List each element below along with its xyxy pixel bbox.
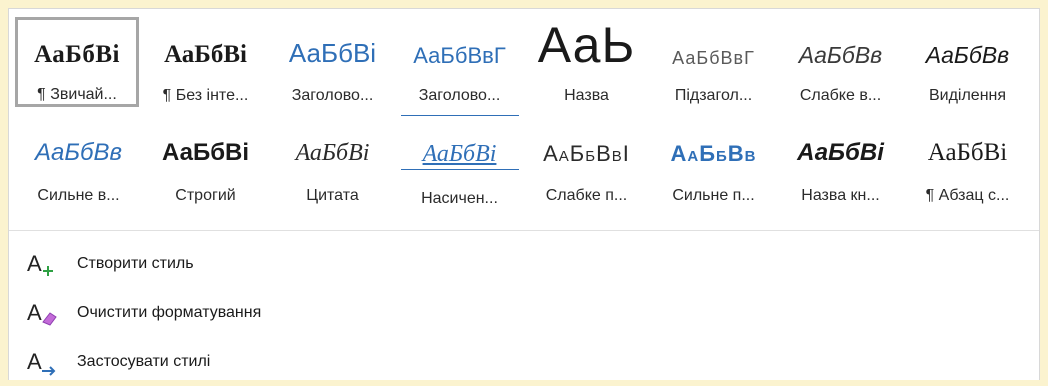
style-label: Заголово... — [291, 87, 374, 104]
svg-text:A: A — [27, 349, 42, 374]
create-style-button[interactable]: A Створити стиль — [25, 239, 261, 288]
style-quote[interactable]: АаБбВі Цитата — [269, 115, 396, 217]
style-sample: АаБбВвГ — [413, 43, 506, 68]
style-sample: АаБбВі — [295, 140, 370, 166]
style-sample: АаЬ — [537, 17, 636, 69]
apply-styles-button[interactable]: A Застосувати стилі — [25, 337, 261, 386]
style-sample: АаБбВвІ — [543, 141, 630, 166]
style-label: ¶ Без інте... — [162, 87, 249, 104]
style-label: Сильне п... — [672, 187, 755, 204]
styles-row-2: АаБбВв Сильне в... АаБбВі Строгий АаБбВі… — [15, 115, 1031, 223]
style-sample: АаБбВі — [288, 38, 377, 68]
style-sample: АаБбВі — [400, 115, 519, 170]
style-sample: АаБбВі — [34, 41, 120, 69]
clear-formatting-label: Очистити форматування — [77, 303, 262, 321]
style-label: Назва кн... — [801, 187, 880, 204]
svg-text:A: A — [27, 300, 42, 325]
style-label: ¶ Звичай... — [37, 86, 117, 104]
create-style-label: Створити стиль — [77, 254, 194, 272]
styles-row-1: АаБбВі ¶ Звичай... АаБбВі ¶ Без інте... … — [15, 13, 1031, 115]
style-intense-quote[interactable]: АаБбВі Насичен... — [396, 115, 523, 217]
style-label: Насичен... — [421, 190, 498, 207]
style-label: Виділення — [928, 87, 1007, 104]
style-sample: АаБбВв — [670, 141, 757, 166]
style-subtle-emphasis[interactable]: АаБбВв Слабке в... — [777, 13, 904, 115]
style-label: Підзагол... — [674, 87, 753, 104]
style-sample: АаБбВі — [161, 139, 250, 166]
style-intense-emphasis[interactable]: АаБбВв Сильне в... — [15, 115, 142, 217]
menu-divider — [9, 230, 1039, 231]
style-strong[interactable]: АаБбВі Строгий — [142, 115, 269, 217]
style-label: Строгий — [175, 187, 236, 204]
svg-text:A: A — [27, 251, 42, 276]
styles-gallery-panel: АаБбВі ¶ Звичай... АаБбВі ¶ Без інте... … — [8, 8, 1040, 380]
style-label: Назва — [564, 87, 609, 104]
style-sample: АаБбВі — [927, 139, 1008, 166]
style-label: Слабке п... — [545, 187, 628, 204]
style-sample: АаБбВв — [798, 42, 883, 68]
style-emphasis[interactable]: АаБбВв Виділення — [904, 13, 1031, 115]
style-sample: АаБбВв — [34, 139, 122, 166]
style-label: Заголово... — [418, 87, 501, 104]
create-style-icon: A — [25, 249, 65, 279]
style-intense-reference[interactable]: АаБбВв Сильне п... — [650, 115, 777, 217]
apply-styles-label: Застосувати стилі — [77, 352, 211, 370]
styles-menu: A Створити стиль A Очистити форматування… — [25, 239, 261, 386]
style-normal[interactable]: АаБбВі ¶ Звичай... — [15, 17, 139, 107]
style-title[interactable]: АаЬ Назва — [523, 13, 650, 115]
style-subtle-reference[interactable]: АаБбВвІ Слабке п... — [523, 115, 650, 217]
styles-gallery: АаБбВі ¶ Звичай... АаБбВі ¶ Без інте... … — [15, 13, 1031, 223]
clear-formatting-icon: A — [25, 298, 65, 328]
style-subtitle[interactable]: АаБбВвГ Підзагол... — [650, 13, 777, 115]
clear-formatting-button[interactable]: A Очистити форматування — [25, 288, 261, 337]
style-label: ¶ Абзац с... — [925, 187, 1010, 204]
style-sample: АаБбВв — [925, 42, 1010, 68]
apply-styles-icon: A — [25, 347, 65, 377]
style-sample: АаБбВі — [797, 139, 884, 166]
style-heading-1[interactable]: АаБбВі Заголово... — [269, 13, 396, 115]
style-heading-2[interactable]: АаБбВвГ Заголово... — [396, 13, 523, 115]
style-sample: АаБбВі — [164, 41, 247, 68]
style-no-spacing[interactable]: АаБбВі ¶ Без інте... — [142, 13, 269, 115]
style-list-paragraph[interactable]: АаБбВі ¶ Абзац с... — [904, 115, 1031, 217]
style-sample: АаБбВвГ — [672, 48, 755, 68]
style-label: Цитата — [306, 187, 359, 204]
style-book-title[interactable]: АаБбВі Назва кн... — [777, 115, 904, 217]
style-label: Слабке в... — [799, 87, 882, 104]
style-label: Сильне в... — [37, 187, 120, 204]
